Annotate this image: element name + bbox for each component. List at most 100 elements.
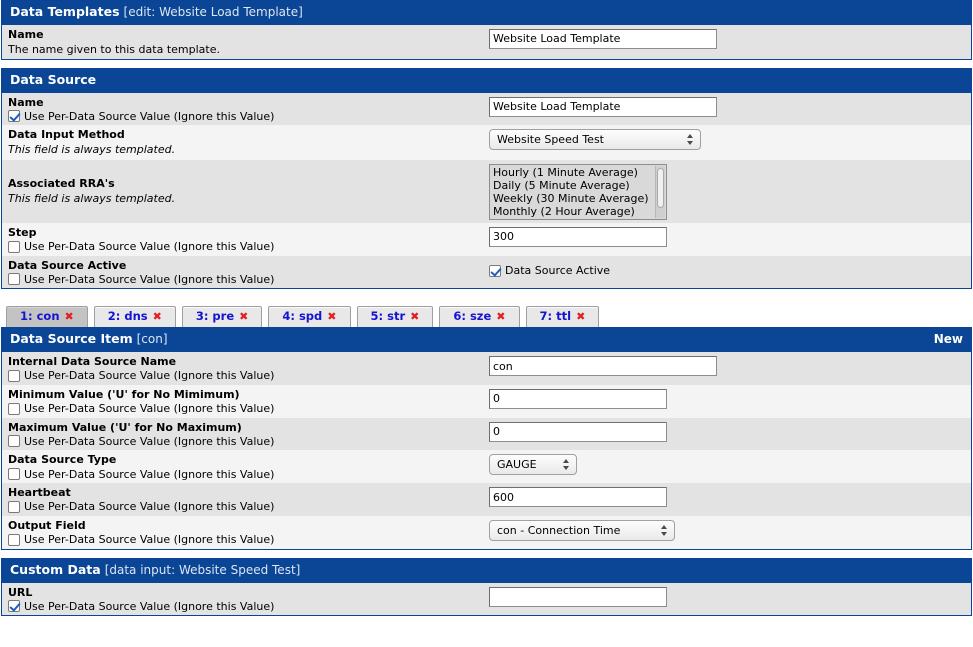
- custom-data-panel: Custom Data [data input: Website Speed Te…: [1, 557, 972, 617]
- template-name-label-cell: Name The name given to this data templat…: [2, 28, 489, 57]
- ds-step-checkbox-label[interactable]: Use Per-Data Source Value (Ignore this V…: [24, 241, 274, 252]
- tab-close-icon[interactable]: ✖: [576, 311, 585, 322]
- ds-associated-rras-field-cell: Hourly (1 Minute Average) Daily (5 Minut…: [489, 163, 971, 220]
- ds-rra-option[interactable]: Monthly (2 Hour Average): [490, 205, 666, 218]
- data-source-item-title: Data Source Item: [10, 331, 133, 347]
- data-source-item-panel: Data Source Item [con] New Internal Data …: [1, 327, 972, 550]
- dsi-output-field-checkbox-label[interactable]: Use Per-Data Source Value (Ignore this V…: [24, 534, 274, 545]
- dsi-heartbeat-checkbox-line: Use Per-Data Source Value (Ignore this V…: [8, 500, 489, 513]
- ds-active-label-cell: Data Source Active Use Per-Data Source V…: [2, 259, 489, 286]
- ds-name-field-cell: [489, 96, 971, 117]
- custom-data-url-input[interactable]: [489, 586, 667, 607]
- dsi-heartbeat-checkbox[interactable]: [8, 500, 20, 513]
- template-name-input[interactable]: [489, 28, 717, 49]
- ds-name-title: Name: [8, 95, 44, 109]
- dsi-internal-name-input[interactable]: [489, 356, 717, 377]
- dsi-data-source-type-checkbox-label[interactable]: Use Per-Data Source Value (Ignore this V…: [24, 469, 274, 480]
- template-name-field-cell: [489, 28, 971, 49]
- ds-name-checkbox-label[interactable]: Use Per-Data Source Value (Ignore this V…: [24, 111, 274, 122]
- dsi-output-field-select[interactable]: con - Connection Time: [489, 519, 675, 541]
- tab-label: 2: dns: [107, 308, 148, 323]
- dsi-minimum-value-checkbox-label[interactable]: Use Per-Data Source Value (Ignore this V…: [24, 403, 274, 414]
- tab-6-sze[interactable]: 6: sze ✖: [439, 305, 520, 328]
- custom-data-title: Custom Data: [10, 561, 101, 577]
- ds-name-label-cell: Name Use Per-Data Source Value (Ignore t…: [2, 96, 489, 123]
- custom-data-url-checkbox-label[interactable]: Use Per-Data Source Value (Ignore this V…: [24, 601, 274, 612]
- dsi-maximum-value-checkbox-label[interactable]: Use Per-Data Source Value (Ignore this V…: [24, 436, 274, 447]
- ds-active-checkbox-label[interactable]: Data Source Active: [505, 265, 610, 276]
- ds-step-checkbox[interactable]: [8, 240, 20, 253]
- dsi-internal-name-checkbox-line: Use Per-Data Source Value (Ignore this V…: [8, 369, 489, 382]
- ds-data-input-method-field-cell: Website Speed Test: [489, 128, 971, 151]
- ds-step-label-cell: Step Use Per-Data Source Value (Ignore t…: [2, 226, 489, 253]
- data-source-item-header: Data Source Item [con] New: [2, 327, 971, 353]
- ds-associated-rras-title: Associated RRA's: [8, 177, 115, 191]
- new-data-source-item-link[interactable]: New: [934, 333, 963, 347]
- dsi-minimum-value-checkbox[interactable]: [8, 402, 20, 415]
- ds-rra-option[interactable]: Hourly (1 Minute Average): [490, 166, 666, 179]
- dsi-minimum-value-row: Minimum Value ('U' for No Mimimum) Use P…: [2, 384, 971, 418]
- ds-active-title: Data Source Active: [8, 258, 127, 272]
- ds-active-checkbox[interactable]: [489, 264, 501, 277]
- dsi-output-field-checkbox[interactable]: [8, 533, 20, 546]
- stepper-arrows-icon: [562, 455, 570, 474]
- dsi-minimum-value-input[interactable]: [489, 388, 667, 409]
- dsi-minimum-value-label-cell: Minimum Value ('U' for No Mimimum) Use P…: [2, 388, 489, 415]
- ds-rra-option[interactable]: Weekly (30 Minute Average): [490, 192, 666, 205]
- dsi-internal-name-checkbox-label[interactable]: Use Per-Data Source Value (Ignore this V…: [24, 370, 274, 381]
- tab-label: 7: ttl: [539, 308, 572, 323]
- dsi-data-source-type-select[interactable]: GAUGE: [489, 454, 577, 476]
- dsi-data-source-type-title: Data Source Type: [8, 453, 117, 467]
- data-templates-header: Data Templates [edit: Website Load Templa…: [2, 0, 971, 25]
- ds-active-per-ds-checkbox[interactable]: [8, 273, 20, 286]
- ds-associated-rras-scrollbar[interactable]: [655, 165, 665, 218]
- tab-close-icon[interactable]: ✖: [496, 311, 505, 322]
- dsi-data-source-type-checkbox[interactable]: [8, 468, 20, 481]
- ds-step-input[interactable]: [489, 226, 667, 247]
- tab-1-con[interactable]: 1: con ✖: [6, 305, 88, 328]
- tab-4-spd[interactable]: 4: spd ✖: [268, 305, 351, 328]
- custom-data-url-checkbox-line: Use Per-Data Source Value (Ignore this V…: [8, 600, 489, 613]
- tab-3-pre[interactable]: 3: pre ✖: [181, 305, 263, 328]
- tab-7-ttl[interactable]: 7: ttl ✖: [525, 305, 600, 328]
- dsi-maximum-value-checkbox[interactable]: [8, 435, 20, 448]
- ds-name-checkbox[interactable]: [8, 110, 20, 123]
- custom-data-url-checkbox[interactable]: [8, 600, 20, 613]
- tab-label: 6: sze: [453, 308, 492, 323]
- ds-name-checkbox-line: Use Per-Data Source Value (Ignore this V…: [8, 110, 489, 123]
- dsi-maximum-value-checkbox-line: Use Per-Data Source Value (Ignore this V…: [8, 435, 489, 448]
- tab-5-str[interactable]: 5: str ✖: [356, 305, 434, 328]
- tab-close-icon[interactable]: ✖: [65, 311, 74, 322]
- tab-close-icon[interactable]: ✖: [153, 311, 162, 322]
- data-templates-title: Data Templates: [10, 4, 120, 19]
- ds-active-field-cell: Data Source Active: [489, 259, 971, 277]
- tab-close-icon[interactable]: ✖: [327, 311, 336, 322]
- ds-data-input-method-row: Data Input Method This field is always t…: [2, 125, 971, 160]
- ds-associated-rras-desc: This field is always templated.: [8, 191, 176, 205]
- dsi-output-field-label-cell: Output Field Use Per-Data Source Value (…: [2, 519, 489, 546]
- dsi-internal-name-checkbox[interactable]: [8, 369, 20, 382]
- dsi-output-field-row: Output Field Use Per-Data Source Value (…: [2, 515, 971, 549]
- dsi-output-field-checkbox-line: Use Per-Data Source Value (Ignore this V…: [8, 533, 489, 546]
- tab-2-dns[interactable]: 2: dns ✖: [93, 305, 176, 328]
- stepper-arrows-icon: [686, 130, 694, 149]
- dsi-heartbeat-input[interactable]: [489, 487, 667, 508]
- ds-active-per-ds-label[interactable]: Use Per-Data Source Value (Ignore this V…: [24, 274, 274, 285]
- ds-associated-rras-listbox[interactable]: Hourly (1 Minute Average) Daily (5 Minut…: [489, 163, 667, 220]
- ds-associated-rras-options: Hourly (1 Minute Average) Daily (5 Minut…: [490, 165, 666, 218]
- dsi-maximum-value-input[interactable]: [489, 421, 667, 442]
- dsi-data-source-type-selected-value: GAUGE: [497, 458, 537, 472]
- ds-name-row: Name Use Per-Data Source Value (Ignore t…: [2, 92, 971, 126]
- ds-rra-option[interactable]: Daily (5 Minute Average): [490, 179, 666, 192]
- tab-close-icon[interactable]: ✖: [410, 311, 419, 322]
- tab-close-icon[interactable]: ✖: [239, 311, 248, 322]
- scrollbar-thumb[interactable]: [657, 167, 664, 208]
- dsi-maximum-value-field-cell: [489, 421, 971, 442]
- ds-data-input-method-select[interactable]: Website Speed Test: [489, 129, 701, 151]
- template-name-desc: The name given to this data template.: [8, 42, 220, 56]
- ds-name-input[interactable]: [489, 96, 717, 117]
- dsi-heartbeat-checkbox-label[interactable]: Use Per-Data Source Value (Ignore this V…: [24, 501, 274, 512]
- stepper-arrows-icon: [660, 521, 668, 540]
- tab-label: 3: pre: [195, 308, 235, 323]
- dsi-output-field-title: Output Field: [8, 518, 86, 532]
